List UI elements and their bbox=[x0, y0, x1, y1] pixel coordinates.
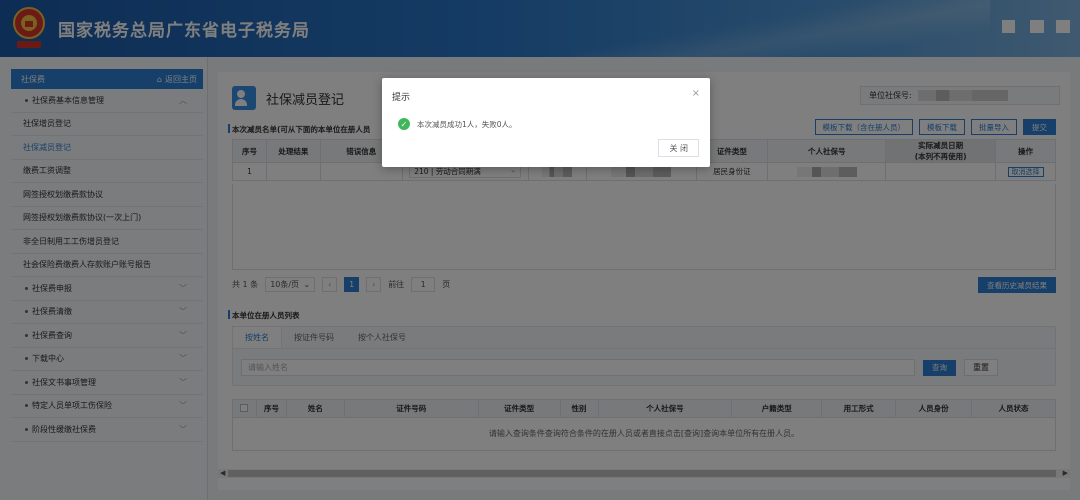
success-check-icon: ✓ bbox=[398, 118, 410, 130]
close-icon[interactable]: × bbox=[692, 88, 700, 99]
dialog-message: 本次减员成功1人，失败0人。 bbox=[417, 119, 517, 129]
dialog-message-row: ✓ 本次减员成功1人，失败0人。 bbox=[398, 118, 517, 130]
dialog-title: 提示 bbox=[392, 93, 411, 103]
modal-overlay[interactable] bbox=[0, 0, 1080, 500]
dialog-close-button[interactable]: 关 闭 bbox=[658, 139, 699, 157]
result-dialog: 提示 × ✓ 本次减员成功1人，失败0人。 关 闭 bbox=[382, 78, 710, 167]
